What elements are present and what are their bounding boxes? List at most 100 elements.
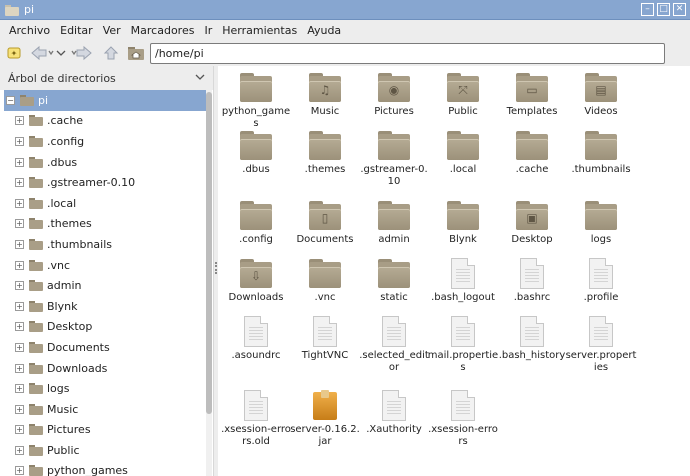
- folder-item[interactable]: .thumbnails: [565, 130, 637, 176]
- item-label: .thumbnails: [571, 164, 631, 175]
- file-item[interactable]: .bash_logout: [427, 258, 499, 304]
- scrollbar-thumb[interactable]: [206, 92, 212, 414]
- folder-item[interactable]: python_games: [220, 72, 292, 130]
- minimize-button[interactable]: –: [641, 3, 654, 16]
- file-item[interactable]: .profile: [565, 258, 637, 304]
- expand-toggle[interactable]: +: [15, 239, 24, 249]
- expand-toggle[interactable]: +: [15, 136, 24, 146]
- expand-toggle[interactable]: +: [15, 384, 24, 394]
- folder-item[interactable]: admin: [358, 200, 430, 246]
- folder-item[interactable]: .local: [427, 130, 499, 176]
- menu-ver[interactable]: Ver: [98, 24, 126, 37]
- folder-item[interactable]: ▤ Videos: [565, 72, 637, 118]
- file-item[interactable]: server.properties: [565, 316, 637, 374]
- expand-toggle[interactable]: +: [15, 116, 24, 126]
- home-button[interactable]: [125, 42, 147, 64]
- tree-item[interactable]: + Public: [4, 440, 206, 461]
- sidebar-header[interactable]: Árbol de directorios: [0, 66, 213, 90]
- menu-editar[interactable]: Editar: [55, 24, 98, 37]
- collapse-toggle[interactable]: −: [6, 95, 15, 105]
- folder-item[interactable]: ▣ Desktop: [496, 200, 568, 246]
- back-button[interactable]: [28, 42, 56, 64]
- folder-item[interactable]: ⤧ Public: [427, 72, 499, 118]
- tree-item[interactable]: + .themes: [4, 214, 206, 235]
- folder-item[interactable]: ◉ Pictures: [358, 72, 430, 118]
- folder-item[interactable]: ▭ Templates: [496, 72, 568, 118]
- tree-item[interactable]: + logs: [4, 378, 206, 399]
- expand-toggle[interactable]: +: [15, 157, 24, 167]
- item-label: .Xauthority: [366, 424, 422, 435]
- folder-item[interactable]: .vnc: [289, 258, 361, 304]
- file-item[interactable]: .xsession-errors: [427, 390, 499, 448]
- tree-item[interactable]: + .config: [4, 131, 206, 152]
- forward-button[interactable]: [69, 42, 97, 64]
- text-file-icon: [446, 390, 480, 422]
- item-label: server.properties: [565, 350, 637, 373]
- file-item[interactable]: .selected_editor: [358, 316, 430, 374]
- expand-toggle[interactable]: +: [15, 260, 24, 270]
- tree-item[interactable]: + .vnc: [4, 255, 206, 276]
- history-dropdown-button[interactable]: [56, 42, 66, 64]
- folder-item[interactable]: ♫ Music: [289, 72, 361, 118]
- expand-toggle[interactable]: +: [15, 425, 24, 435]
- file-item[interactable]: .Xauthority: [358, 390, 430, 436]
- folder-item[interactable]: Blynk: [427, 200, 499, 246]
- tree-item[interactable]: + Music: [4, 399, 206, 420]
- file-item[interactable]: .bash_history: [496, 316, 568, 362]
- maximize-button[interactable]: □: [657, 3, 670, 16]
- folder-item[interactable]: .cache: [496, 130, 568, 176]
- expand-toggle[interactable]: +: [15, 178, 24, 188]
- expand-toggle[interactable]: +: [15, 322, 24, 332]
- file-item[interactable]: TightVNC: [289, 316, 361, 362]
- tree-item[interactable]: + .dbus: [4, 152, 206, 173]
- menu-ir[interactable]: Ir: [199, 24, 217, 37]
- file-item[interactable]: mail.properties: [427, 316, 499, 374]
- close-button[interactable]: ✕: [673, 3, 686, 16]
- expand-toggle[interactable]: +: [15, 342, 24, 352]
- item-label: .asoundrc: [231, 350, 281, 361]
- tree-item[interactable]: + python_games: [4, 461, 206, 476]
- folder-item[interactable]: .config: [220, 200, 292, 246]
- folder-item[interactable]: ⇩ Downloads: [220, 258, 292, 304]
- folder-item[interactable]: .themes: [289, 130, 361, 176]
- folder-item[interactable]: static: [358, 258, 430, 304]
- location-input[interactable]: /home/pi: [150, 43, 665, 64]
- tree-item[interactable]: + Pictures: [4, 420, 206, 441]
- file-item[interactable]: .asoundrc: [220, 316, 292, 362]
- folder-item[interactable]: ▯ Documents: [289, 200, 361, 246]
- menu-ayuda[interactable]: Ayuda: [302, 24, 346, 37]
- up-button[interactable]: [100, 42, 122, 64]
- expand-toggle[interactable]: +: [15, 363, 24, 373]
- expand-toggle[interactable]: +: [15, 404, 24, 414]
- menu-marcadores[interactable]: Marcadores: [126, 24, 200, 37]
- tree-item[interactable]: + Desktop: [4, 317, 206, 338]
- folder-item[interactable]: logs: [565, 200, 637, 246]
- directory-tree: − pi + .cache + .config + .dbus + .gstreamer-0.…: [4, 90, 206, 476]
- folder-item[interactable]: .gstreamer-0.10: [358, 130, 430, 188]
- new-tab-button[interactable]: ✦: [3, 42, 25, 64]
- expand-toggle[interactable]: +: [15, 281, 24, 291]
- menu-archivo[interactable]: Archivo: [4, 24, 55, 37]
- expand-toggle[interactable]: +: [15, 219, 24, 229]
- tree-item[interactable]: + admin: [4, 275, 206, 296]
- expand-toggle[interactable]: +: [15, 198, 24, 208]
- folder-item[interactable]: .dbus: [220, 130, 292, 176]
- tree-item[interactable]: + .local: [4, 193, 206, 214]
- tree-item[interactable]: + .gstreamer-0.10: [4, 172, 206, 193]
- directory-tree-panel: Árbol de directorios − pi + .cache + .confi…: [0, 66, 214, 476]
- expand-toggle[interactable]: +: [15, 301, 24, 311]
- tree-item[interactable]: + .cache: [4, 111, 206, 132]
- expand-toggle[interactable]: +: [15, 445, 24, 455]
- sidebar-scrollbar[interactable]: [206, 90, 212, 476]
- tree-item[interactable]: + .thumbnails: [4, 234, 206, 255]
- text-file-icon: [377, 390, 411, 422]
- file-item[interactable]: .xsession-errors.old: [220, 390, 292, 448]
- tree-item[interactable]: + Downloads: [4, 358, 206, 379]
- tree-item[interactable]: + Blynk: [4, 296, 206, 317]
- tree-item-pi[interactable]: − pi: [4, 90, 206, 111]
- file-item[interactable]: server-0.16.2.jar: [289, 390, 361, 448]
- tree-item[interactable]: + Documents: [4, 337, 206, 358]
- file-item[interactable]: .bashrc: [496, 258, 568, 304]
- expand-toggle[interactable]: +: [15, 466, 24, 476]
- menu-herramientas[interactable]: Herramientas: [217, 24, 302, 37]
